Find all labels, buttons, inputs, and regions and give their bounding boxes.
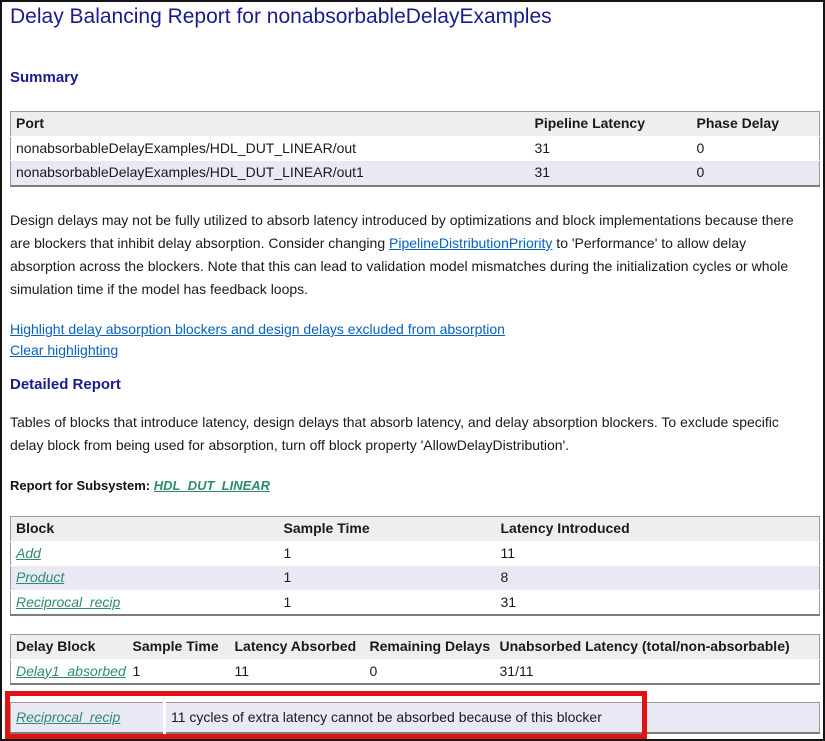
latency-introduced-value: 11 <box>496 541 820 566</box>
column-header-unabsorbed-latency: Unabsorbed Latency (total/non-absorbable… <box>495 635 820 660</box>
report-for-subsystem-line: Report for Subsystem: HDL_DUT_LINEAR <box>10 478 270 493</box>
blocks-table-header-row: Block Sample Time Latency Introduced <box>11 517 820 542</box>
latency-absorbed-value: 11 <box>230 659 365 684</box>
sample-time-value: 1 <box>279 590 496 615</box>
detailed-report-description: Tables of blocks that introduce latency,… <box>10 411 808 457</box>
table-row: Reciprocal_recip 1 31 <box>11 590 820 615</box>
sample-time-value: 1 <box>279 541 496 566</box>
table-row: Delay1_absorbed 1 11 0 31/11 <box>11 659 820 684</box>
port-path: nonabsorbableDelayExamples/HDL_DUT_LINEA… <box>11 136 530 161</box>
absorption-blockers-table: Reciprocal_recip 11 cycles of extra late… <box>10 702 820 734</box>
pipeline-latency-value: 31 <box>530 161 692 186</box>
latency-introduced-value: 31 <box>496 590 820 615</box>
subsystem-link-hdl-dut-linear[interactable]: HDL_DUT_LINEAR <box>154 478 270 493</box>
column-header-remaining-delays: Remaining Delays <box>365 635 495 660</box>
clear-highlighting-link[interactable]: Clear highlighting <box>10 340 118 361</box>
block-link-delay1-absorbed[interactable]: Delay1_absorbed <box>16 663 126 679</box>
remaining-delays-value: 0 <box>365 659 495 684</box>
blocker-message: 11 cycles of extra latency cannot be abs… <box>165 703 820 734</box>
column-header-sample-time: Sample Time <box>128 635 230 660</box>
pipeline-distribution-priority-link[interactable]: PipelineDistributionPriority <box>389 235 552 251</box>
block-link-product[interactable]: Product <box>16 569 64 585</box>
blocks-latency-table: Block Sample Time Latency Introduced Add… <box>10 516 820 616</box>
column-header-port: Port <box>11 112 530 137</box>
summary-heading: Summary <box>10 69 78 86</box>
column-header-block: Block <box>11 517 279 542</box>
table-row: nonabsorbableDelayExamples/HDL_DUT_LINEA… <box>11 161 820 186</box>
column-header-sample-time: Sample Time <box>279 517 496 542</box>
delay-balancing-report-page: { "page": { "title": "Delay Balancing Re… <box>0 0 825 741</box>
page-title: Delay Balancing Report for nonabsorbable… <box>10 4 552 30</box>
phase-delay-value: 0 <box>692 161 820 186</box>
table-row: Product 1 8 <box>11 566 820 591</box>
column-header-phase-delay: Phase Delay <box>692 112 820 137</box>
column-header-latency-absorbed: Latency Absorbed <box>230 635 365 660</box>
phase-delay-value: 0 <box>692 136 820 161</box>
pipeline-latency-value: 31 <box>530 136 692 161</box>
delay-blocks-table: Delay Block Sample Time Latency Absorbed… <box>10 634 820 685</box>
sample-time-value: 1 <box>279 566 496 591</box>
block-link-add[interactable]: Add <box>16 545 41 561</box>
latency-introduced-value: 8 <box>496 566 820 591</box>
column-header-pipeline-latency: Pipeline Latency <box>530 112 692 137</box>
highlight-blockers-link[interactable]: Highlight delay absorption blockers and … <box>10 319 505 340</box>
subsystem-label: Report for Subsystem: <box>10 478 150 493</box>
table-row: Add 1 11 <box>11 541 820 566</box>
block-link-reciprocal-recip[interactable]: Reciprocal_recip <box>16 594 120 610</box>
blocker-link-reciprocal-recip[interactable]: Reciprocal_recip <box>16 709 120 725</box>
sample-time-value: 1 <box>128 659 230 684</box>
highlight-actions: Highlight delay absorption blockers and … <box>10 319 505 361</box>
detailed-report-heading: Detailed Report <box>10 376 121 393</box>
column-header-delay-block: Delay Block <box>11 635 128 660</box>
summary-table: Port Pipeline Latency Phase Delay nonabs… <box>10 111 820 187</box>
table-row: Reciprocal_recip 11 cycles of extra late… <box>11 703 820 734</box>
column-header-latency-introduced: Latency Introduced <box>496 517 820 542</box>
delay-absorption-notice: Design delays may not be fully utilized … <box>10 209 808 301</box>
delay-table-header-row: Delay Block Sample Time Latency Absorbed… <box>11 635 820 660</box>
unabsorbed-latency-value: 31/11 <box>495 659 820 684</box>
port-path: nonabsorbableDelayExamples/HDL_DUT_LINEA… <box>11 161 530 186</box>
summary-table-header-row: Port Pipeline Latency Phase Delay <box>11 112 820 137</box>
table-row: nonabsorbableDelayExamples/HDL_DUT_LINEA… <box>11 136 820 161</box>
